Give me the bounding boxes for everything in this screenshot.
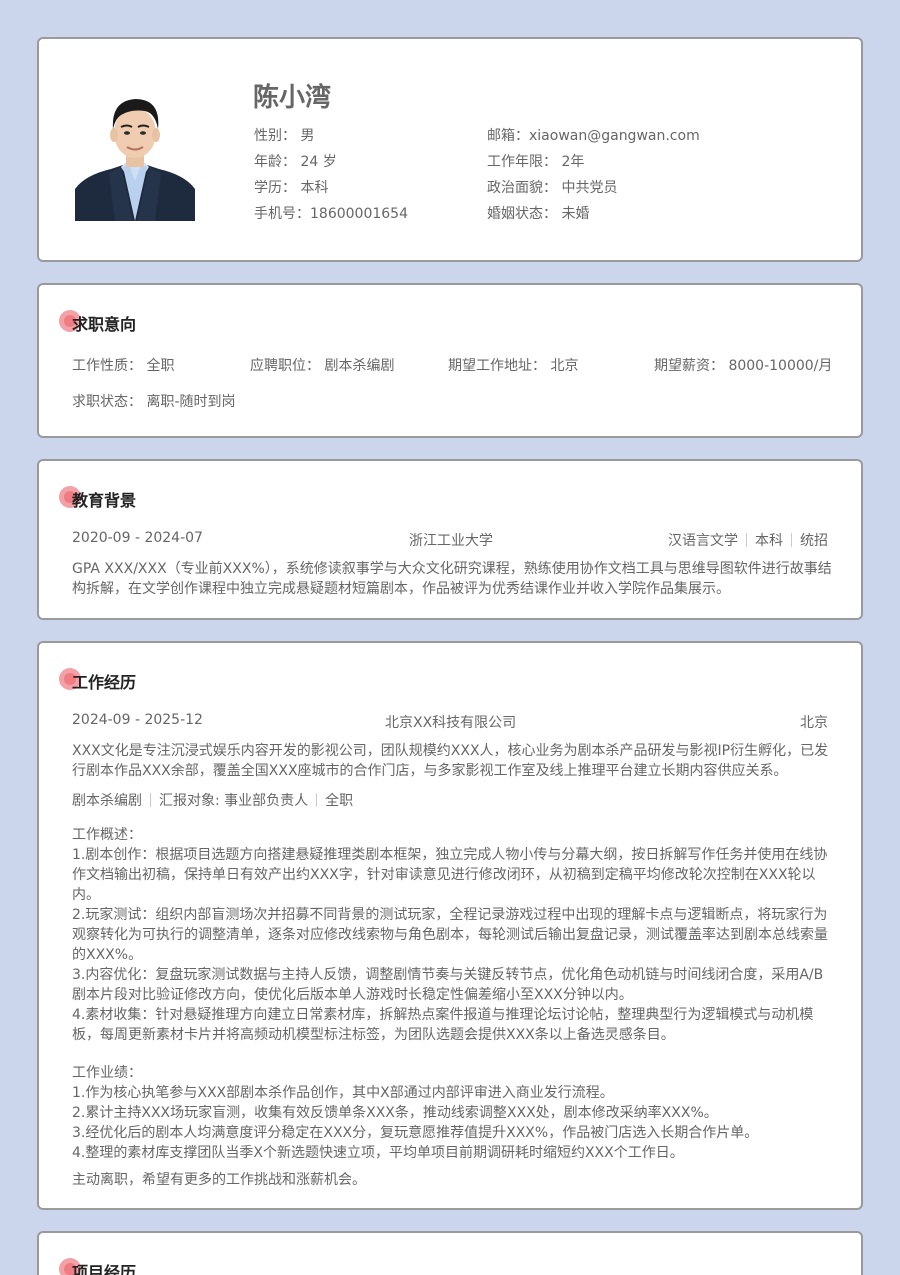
gender-info: 性别： 男	[254, 128, 315, 144]
marital-info: 婚姻状态： 未婚	[487, 206, 590, 222]
work-city: 北京	[800, 715, 828, 731]
overview-item: 2.玩家测试：组织内部盲测场次并招募不同背景的测试玩家，全程记录游戏过程中出现的…	[72, 907, 828, 963]
education-period: 2020-09 - 2024-07	[72, 530, 203, 546]
leave-reason: 主动离职，希望有更多的工作挑战和涨薪机会。	[72, 1172, 366, 1188]
company-name: 北京XX科技有限公司	[385, 715, 517, 731]
education-tags: 汉语言文学 本科 统招	[668, 533, 828, 549]
work-type: 工作性质： 全职	[72, 358, 175, 374]
candidate-name: 陈小湾	[253, 83, 332, 113]
overview-item: 1.剧本创作：根据项目选题方向搭建悬疑推理类剧本框架，独立完成人物小传与分幕大纲…	[72, 847, 828, 903]
work-experience-section: 工作经历 2024-09 - 2025-12 北京XX科技有限公司 北京 XXX…	[37, 641, 863, 1210]
expected-salary: 期望薪资： 8000-10000/月	[654, 358, 833, 374]
company-description: XXX文化是专注沉浸式娱乐内容开发的影视公司，团队规模约XXX人，核心业务为剧本…	[72, 743, 829, 779]
education-section: 教育背景 2020-09 - 2024-07 浙江工业大学 汉语言文学 本科 统招 …	[37, 459, 863, 620]
job-status: 求职状态： 离职-随时到岗	[72, 394, 236, 410]
result-item: 1.作为核心执笔参与XXX部剧本杀作品创作，其中X部通过内部评审进入商业发行流程…	[72, 1085, 614, 1101]
work-years-info: 工作年限： 2年	[487, 154, 585, 170]
politics-info: 政治面貌： 中共党员	[487, 180, 618, 196]
project-section: 项目经历	[37, 1231, 863, 1275]
applied-position: 应聘职位： 剧本杀编剧	[250, 358, 395, 374]
overview-item: 4.素材收集：针对悬疑推理方向建立日常素材库，拆解热点案件报道与推理论坛讨论帖，…	[72, 1007, 814, 1043]
email-info: 邮箱：xiaowan@gangwan.com	[487, 128, 700, 144]
result-item: 4.整理的素材库支撑团队当季X个新选题快速立项，平均单项目前期调研耗时缩短约XX…	[72, 1145, 684, 1161]
work-period: 2024-09 - 2025-12	[72, 712, 203, 728]
phone-info: 手机号：18600001654	[254, 206, 408, 222]
results-label: 工作业绩：	[72, 1065, 142, 1081]
work-tags: 剧本杀编剧 汇报对象: 事业部负责人 全职	[72, 793, 354, 809]
profile-card: 陈小湾 性别： 男 年龄： 24 岁 学历： 本科 手机号：1860000165…	[37, 37, 863, 262]
overview-item: 3.内容优化：复盘玩家测试数据与主持人反馈，调整剧情节奏与关键反转节点，优化角色…	[72, 967, 824, 1003]
avatar	[75, 89, 195, 221]
result-item: 2.累计主持XXX场玩家盲测，收集有效反馈单条XXX条，推动线索调整XXX处，剧…	[72, 1105, 718, 1121]
education-info: 学历： 本科	[254, 180, 329, 196]
overview-label: 工作概述：	[72, 827, 142, 843]
school-name: 浙江工业大学	[409, 533, 493, 549]
work-overview: 工作概述： 1.剧本创作：根据项目选题方向搭建悬疑推理类剧本框架，独立完成人物小…	[72, 825, 832, 1045]
work-results: 工作业绩： 1.作为核心执笔参与XXX部剧本杀作品创作，其中X部通过内部评审进入…	[72, 1063, 832, 1163]
education-description: GPA XXX/XXX（专业前XXX%），系统修读叙事学与大众文化研究课程，熟练…	[72, 561, 832, 597]
job-intent-section: 求职意向 工作性质： 全职 应聘职位： 剧本杀编剧 期望工作地址： 北京 期望薪…	[37, 283, 863, 438]
age-info: 年龄： 24 岁	[254, 154, 337, 170]
expected-location: 期望工作地址： 北京	[448, 358, 579, 374]
result-item: 3.经优化后的剧本人均满意度评分稳定在XXX分，复玩意愿推荐值提升XXX%，作品…	[72, 1125, 759, 1141]
